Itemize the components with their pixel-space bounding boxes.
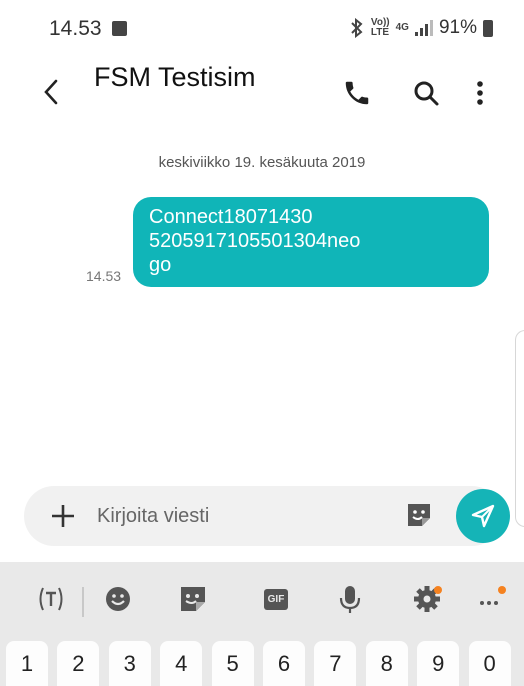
conversation-title: FSM Testisim: [94, 62, 256, 92]
more-options-icon[interactable]: [469, 76, 491, 110]
date-divider: keskiviikko 19. kesäkuuta 2019: [158, 154, 366, 171]
bluetooth-icon: [351, 18, 363, 38]
emoji-icon[interactable]: [101, 582, 135, 616]
status-time: 14.53: [49, 17, 102, 40]
gif-label: GIF: [263, 588, 289, 610]
sticker-icon[interactable]: [404, 500, 434, 530]
gif-icon[interactable]: GIF: [259, 582, 293, 616]
sticker-keyboard-icon[interactable]: [176, 582, 210, 616]
key-6[interactable]: 6: [263, 641, 305, 686]
battery-percent: 91%: [438, 17, 477, 38]
toolbar-divider: [82, 587, 84, 617]
search-icon[interactable]: [411, 78, 441, 108]
text-translate-icon[interactable]: [34, 582, 68, 616]
settings-badge-dot: [434, 586, 442, 594]
image-notification-icon: [112, 21, 127, 36]
message-input[interactable]: Kirjoita viesti: [97, 505, 209, 528]
send-icon: [471, 504, 495, 528]
key-5[interactable]: 5: [211, 641, 254, 686]
key-2[interactable]: 2: [57, 641, 100, 686]
key-0[interactable]: 0: [468, 641, 511, 686]
phone-call-icon[interactable]: [342, 78, 372, 108]
more-badge-dot: [498, 586, 506, 594]
key-1[interactable]: 1: [6, 641, 48, 686]
key-4[interactable]: 4: [160, 641, 203, 686]
message-timestamp: 14.53: [86, 268, 122, 284]
scroll-edge-handle[interactable]: [515, 330, 524, 527]
battery-icon: [483, 19, 493, 37]
back-arrow-icon[interactable]: [38, 75, 68, 109]
key-7[interactable]: 7: [314, 641, 357, 686]
microphone-icon[interactable]: [333, 582, 367, 616]
send-button[interactable]: [456, 489, 510, 543]
key-9[interactable]: 9: [417, 641, 460, 686]
attach-plus-icon[interactable]: [49, 502, 77, 530]
network-type: 4G: [395, 22, 409, 33]
key-3[interactable]: 3: [108, 641, 151, 686]
message-text: Connect18071430 5205917105501304neo go: [149, 206, 361, 276]
signal-icon: [414, 20, 433, 36]
volte-indicator: Vo)) LTE: [370, 17, 390, 38]
status-icons: Vo)) LTE 4G 91%: [349, 17, 493, 39]
key-8[interactable]: 8: [365, 641, 408, 686]
